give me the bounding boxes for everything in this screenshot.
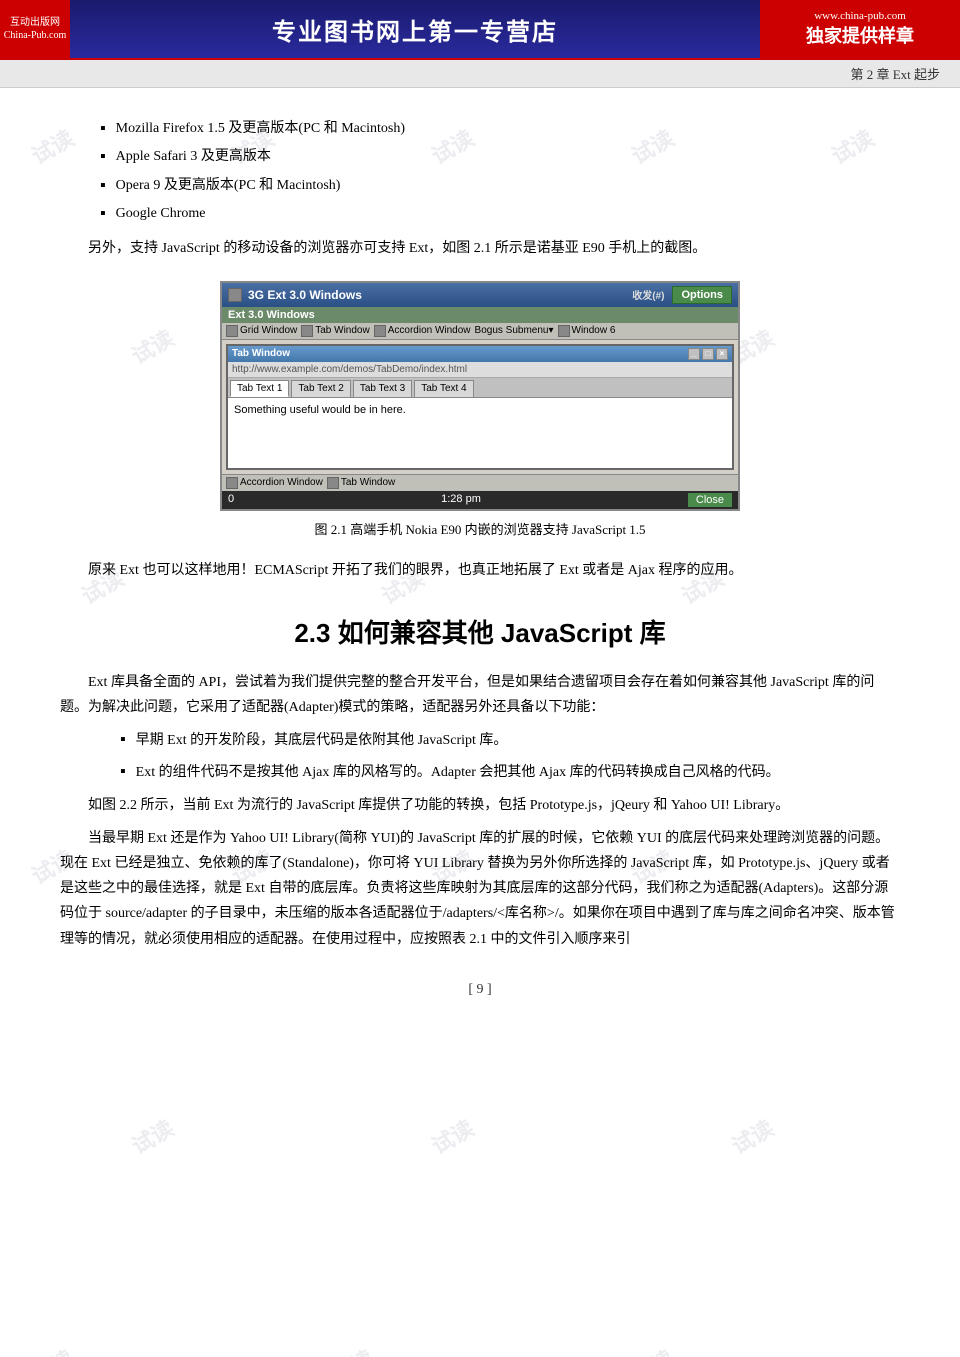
list-item: Mozilla Firefox 1.5 及更高版本(PC 和 Macintosh… [100, 118, 900, 140]
toolbar-item-bogus: Bogus Submenu▾ [475, 325, 554, 337]
bottom-item-text: Tab Window [341, 477, 395, 488]
nokia-window-content: Something useful would be in here. [228, 398, 732, 468]
nokia-window-title: Tab Window [232, 348, 290, 360]
paragraph-1: 另外，支持 JavaScript 的移动设备的浏览器亦可支持 Ext，如图 2.… [60, 236, 900, 261]
website-url: www.china-pub.com [814, 10, 906, 22]
nokia-title-text: 3G Ext 3.0 Windows [248, 288, 362, 302]
nokia-signal: 收发(#) [632, 287, 664, 302]
list-item: Apple Safari 3 及更高版本 [100, 146, 900, 168]
watermark-21: 试读 [325, 1341, 379, 1357]
toolbar-item-grid: Grid Window [226, 325, 297, 337]
exclusive-label: www.china-pub.com 独家提供样章 [760, 0, 960, 58]
nokia-menubar: Ext 3.0 Windows [222, 307, 738, 323]
watermark-17: 试读 [125, 1111, 179, 1161]
bottom-item-text: Accordion Window [240, 477, 323, 488]
page-header: 互动出版网 China-Pub.com 专业图书网上第一专营店 www.chin… [0, 0, 960, 60]
nokia-toolbar: Grid Window Tab Window Accordion Window … [222, 323, 738, 340]
nokia-tabs: Tab Text 1 Tab Text 2 Tab Text 3 Tab Tex… [228, 378, 732, 398]
nokia-bottom-bar: Accordion Window Tab Window [222, 474, 738, 491]
nokia-window-titlebar: Tab Window _ □ × [228, 346, 732, 362]
watermark-18: 试读 [425, 1111, 479, 1161]
nokia-status-bar: 0 1:28 pm Close [222, 491, 738, 509]
nokia-options-btn[interactable]: Options [672, 286, 732, 304]
accordion-icon [374, 325, 386, 337]
chapter-text: 第 2 章 Ext 起步 [850, 67, 940, 82]
nokia-tab-2[interactable]: Tab Text 2 [291, 380, 350, 397]
toolbar-item-text: Grid Window [240, 325, 297, 336]
watermark-22: 试读 [625, 1341, 679, 1357]
nokia-window-controls: _ □ × [688, 348, 728, 360]
minimize-btn[interactable]: _ [688, 348, 700, 360]
toolbar-item-text: Accordion Window [388, 325, 471, 336]
nokia-address-bar: http://www.example.com/demos/TabDemo/ind… [228, 362, 732, 378]
toolbar-item-text: Window 6 [572, 325, 616, 336]
watermark-19: 试读 [725, 1111, 779, 1161]
tab-bottom-icon [327, 477, 339, 489]
list-item: Opera 9 及更高版本(PC 和 Macintosh) [100, 175, 900, 197]
paragraph-2: 原来 Ext 也可以这样地用！ECMAScript 开拓了我们的眼界，也真正地拓… [60, 558, 900, 583]
page-number: [ 9 ] [60, 982, 900, 998]
nokia-time: 1:28 pm [441, 493, 481, 507]
watermark-20: 试读 [25, 1341, 79, 1357]
nokia-window: Tab Window _ □ × http://www.example.com/… [226, 344, 734, 470]
list-item-text: Apple Safari 3 及更高版本 [116, 146, 271, 168]
sub-list-item-2: Ext 的组件代码不是按其他 Ajax 库的风格写的。Adapter 会把其他 … [120, 760, 900, 785]
paragraph-3: Ext 库具备全面的 API，尝试着为我们提供完整的整合开发平台，但是如果结合遗… [60, 670, 900, 720]
toolbar-item-window6: Window 6 [558, 325, 616, 337]
exclusive-text: 独家提供样章 [806, 22, 914, 48]
browser-list: Mozilla Firefox 1.5 及更高版本(PC 和 Macintosh… [100, 118, 900, 226]
logo: 互动出版网 China-Pub.com [0, 0, 70, 58]
grid-icon [226, 325, 238, 337]
accordion-bottom-icon [226, 477, 238, 489]
bottom-item-tab: Tab Window [327, 477, 395, 489]
list-item-text: Opera 9 及更高版本(PC 和 Macintosh) [116, 175, 341, 197]
section-heading: 2.3 如何兼容其他 JavaScript 库 [60, 613, 900, 650]
logo-line2: China-Pub.com [4, 29, 67, 42]
nokia-app-icon [228, 288, 242, 302]
bottom-item-accordion: Accordion Window [226, 477, 323, 489]
nokia-close-button[interactable]: Close [688, 493, 732, 507]
toolbar-item-text: Tab Window [315, 325, 369, 336]
figure-container: 3G Ext 3.0 Windows 收发(#) Options Ext 3.0… [220, 281, 740, 538]
close-btn[interactable]: × [716, 348, 728, 360]
site-title: 专业图书网上第一专营店 [70, 0, 760, 58]
nokia-screenshot: 3G Ext 3.0 Windows 收发(#) Options Ext 3.0… [220, 281, 740, 511]
toolbar-item-text: Bogus Submenu▾ [475, 325, 554, 336]
sub-list-item-text: Ext 的组件代码不是按其他 Ajax 库的风格写的。Adapter 会把其他 … [136, 760, 780, 785]
site-title-text: 专业图书网上第一专营店 [272, 12, 558, 47]
list-item: Google Chrome [100, 203, 900, 225]
main-content: Mozilla Firefox 1.5 及更高版本(PC 和 Macintosh… [0, 88, 960, 1028]
paragraph-5: 当最早期 Ext 还是作为 Yahoo UI! Library(简称 YUI)的… [60, 826, 900, 952]
tab-icon [301, 325, 313, 337]
list-item-text: Google Chrome [116, 203, 206, 225]
logo-line1: 互动出版网 [10, 16, 60, 29]
sub-bullet-list: 早期 Ext 的开发阶段，其底层代码是依附其他 JavaScript 库。 Ex… [120, 728, 900, 784]
nokia-tab-3[interactable]: Tab Text 3 [353, 380, 412, 397]
toolbar-item-accordion: Accordion Window [374, 325, 471, 337]
sub-list-item-1: 早期 Ext 的开发阶段，其底层代码是依附其他 JavaScript 库。 [120, 728, 900, 753]
restore-btn[interactable]: □ [702, 348, 714, 360]
window6-icon [558, 325, 570, 337]
nokia-tab-1[interactable]: Tab Text 1 [230, 380, 289, 397]
chapter-bar: 第 2 章 Ext 起步 [0, 60, 960, 88]
sub-list-item-text: 早期 Ext 的开发阶段，其底层代码是依附其他 JavaScript 库。 [136, 728, 508, 753]
nokia-tab-4[interactable]: Tab Text 4 [414, 380, 473, 397]
nokia-titlebar: 3G Ext 3.0 Windows 收发(#) Options [222, 283, 738, 307]
nokia-content-text: Something useful would be in here. [234, 404, 406, 416]
paragraph-4: 如图 2.2 所示，当前 Ext 为流行的 JavaScript 库提供了功能的… [60, 793, 900, 818]
figure-caption: 图 2.1 高端手机 Nokia E90 内嵌的浏览器支持 JavaScript… [314, 519, 645, 538]
list-item-text: Mozilla Firefox 1.5 及更高版本(PC 和 Macintosh… [116, 118, 405, 140]
nokia-status-left: 0 [228, 493, 234, 507]
nokia-titlebar-left: 3G Ext 3.0 Windows [228, 288, 362, 302]
toolbar-item-tab: Tab Window [301, 325, 369, 337]
